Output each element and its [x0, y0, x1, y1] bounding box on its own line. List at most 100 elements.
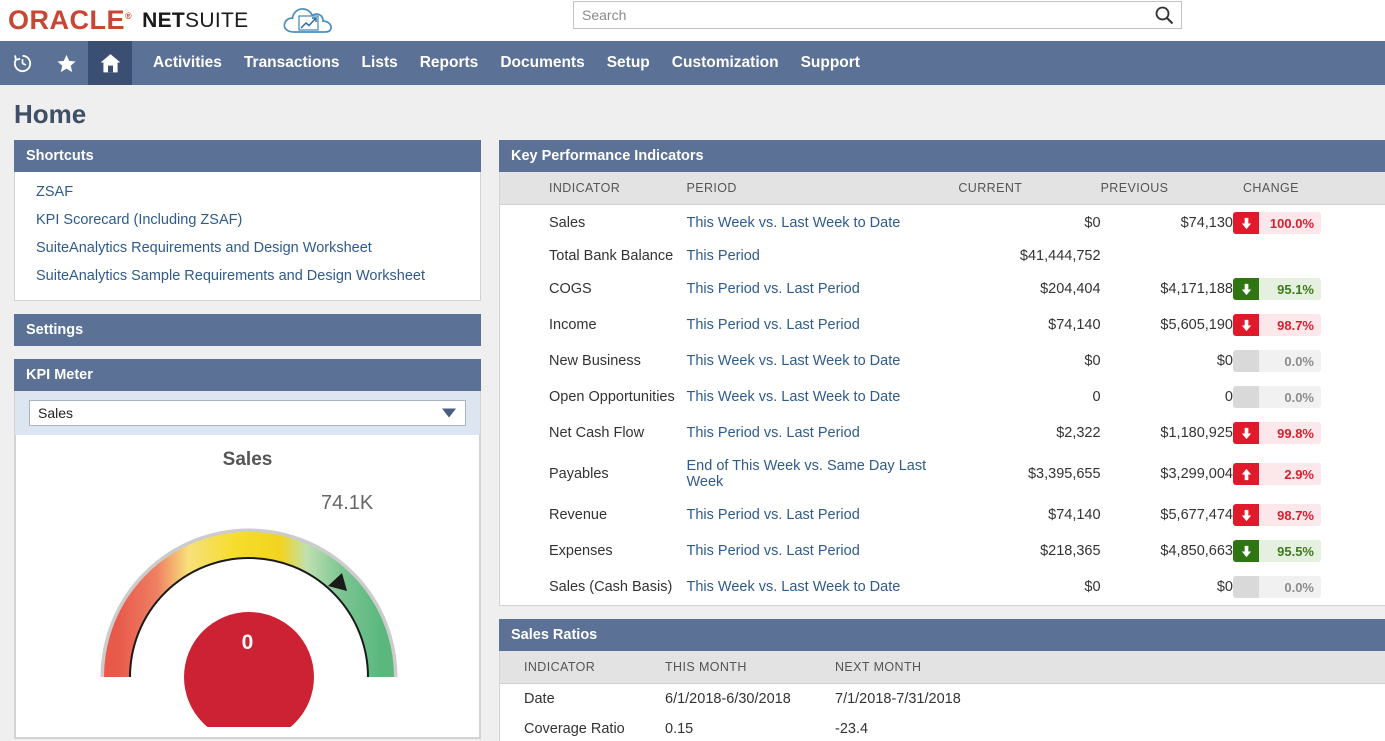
ratios-cell-next-month[interactable]: -23.4: [835, 714, 1385, 741]
kpi-period-link[interactable]: This Week vs. Last Week to Date: [686, 389, 900, 405]
kpi-period-link[interactable]: This Period vs. Last Period: [686, 507, 859, 523]
kpi-cell-indicator: COGS: [500, 271, 686, 307]
kpi-cell-indicator: Expenses: [500, 533, 686, 569]
shortcut-item-kpi-scorecard[interactable]: KPI Scorecard (Including ZSAF): [15, 206, 480, 234]
nav-item-activities[interactable]: Activities: [142, 41, 233, 85]
kpi-period-link[interactable]: This Week vs. Last Week to Date: [686, 579, 900, 595]
kpi-meter-select[interactable]: Sales: [29, 400, 466, 426]
nav-item-support[interactable]: Support: [790, 41, 871, 85]
kpi-cell-period: This Week vs. Last Week to Date: [686, 379, 958, 415]
shortcuts-list: ZSAF KPI Scorecard (Including ZSAF) Suit…: [15, 172, 480, 300]
arrow-up-icon: [1233, 463, 1259, 485]
kpi-cell-current: $2,322: [958, 415, 1100, 451]
shortcut-item-requirements-worksheet[interactable]: SuiteAnalytics Requirements and Design W…: [15, 234, 480, 262]
sales-ratios-title: Sales Ratios: [499, 619, 1385, 651]
shortcut-item-zsaf[interactable]: ZSAF: [15, 178, 480, 206]
kpi-cell-previous: [1101, 241, 1233, 271]
ratios-cell-this-month[interactable]: 0.15: [665, 714, 835, 741]
kpi-change-value: 98.7%: [1259, 318, 1321, 333]
kpi-table-row: IncomeThis Period vs. Last Period$74,140…: [500, 307, 1385, 343]
kpi-cell-indicator: Sales (Cash Basis): [500, 569, 686, 605]
kpi-cell-change: 95.1%: [1233, 271, 1385, 307]
shortcut-item-sample-requirements-worksheet[interactable]: SuiteAnalytics Sample Requirements and D…: [15, 262, 480, 290]
kpi-cell-current: $218,365: [958, 533, 1100, 569]
cloud-analytics-icon: [280, 4, 336, 38]
kpi-cell-indicator: Net Cash Flow: [500, 415, 686, 451]
right-column: Key Performance Indicators INDICATOR PER…: [499, 140, 1385, 741]
history-clock-icon[interactable]: [0, 41, 44, 85]
kpi-table-row: PayablesEnd of This Week vs. Same Day La…: [500, 451, 1385, 497]
kpi-cell-period: This Period vs. Last Period: [686, 533, 958, 569]
global-search[interactable]: [573, 1, 1182, 29]
kpi-cell-previous: 0: [1101, 379, 1233, 415]
nav-item-reports[interactable]: Reports: [409, 41, 490, 85]
kpi-change-value: 95.5%: [1259, 544, 1321, 559]
kpi-gauge-chart: Sales 74.1K: [15, 435, 480, 738]
kpi-cell-change: 98.7%: [1233, 497, 1385, 533]
settings-title: Settings: [14, 314, 481, 346]
kpi-cell-period: This Week vs. Last Week to Date: [686, 343, 958, 379]
kpi-cell-previous: $0: [1101, 569, 1233, 605]
kpi-col-current: CURRENT: [958, 172, 1100, 205]
arrow-down-icon: [1233, 540, 1259, 562]
kpi-col-indicator: INDICATOR: [500, 172, 686, 205]
kpi-change-badge: 98.7%: [1233, 504, 1321, 526]
kpi-cell-current: $204,404: [958, 271, 1100, 307]
nav-item-documents[interactable]: Documents: [489, 41, 595, 85]
kpi-cell-indicator: Income: [500, 307, 686, 343]
kpi-change-value: 0.0%: [1259, 354, 1321, 369]
ratios-table-body: Date6/1/2018-6/30/20187/1/2018-7/31/2018…: [500, 684, 1385, 741]
arrow-down-icon: [1233, 422, 1259, 444]
kpi-table-row: COGSThis Period vs. Last Period$204,404$…: [500, 271, 1385, 307]
kpi-period-link[interactable]: This Period vs. Last Period: [686, 543, 859, 559]
kpi-table-header-row: INDICATOR PERIOD CURRENT PREVIOUS CHANGE: [500, 172, 1385, 205]
page-title: Home: [0, 85, 1385, 140]
ratios-table-row: Coverage Ratio0.15-23.4: [500, 714, 1385, 741]
kpi-cell-period: This Period vs. Last Period: [686, 415, 958, 451]
kpi-period-link[interactable]: This Period vs. Last Period: [686, 281, 859, 297]
nav-item-transactions[interactable]: Transactions: [233, 41, 351, 85]
shortcuts-title: Shortcuts: [14, 140, 481, 172]
search-icon[interactable]: [1147, 2, 1181, 28]
kpi-cell-current: $41,444,752: [958, 241, 1100, 271]
kpi-cell-previous: $4,850,663: [1101, 533, 1233, 569]
kpi-cell-change: 2.9%: [1233, 451, 1385, 497]
kpi-cell-indicator: Sales: [500, 205, 686, 242]
nav-item-lists[interactable]: Lists: [351, 41, 409, 85]
kpi-change-value: 95.1%: [1259, 282, 1321, 297]
sales-ratios-portlet: Sales Ratios INDICATOR THIS MONTH NEXT M…: [499, 619, 1385, 741]
home-icon[interactable]: [88, 41, 132, 85]
settings-portlet[interactable]: Settings: [14, 314, 481, 346]
shortcuts-portlet: Shortcuts ZSAF KPI Scorecard (Including …: [14, 140, 481, 301]
search-input[interactable]: [574, 7, 1147, 23]
arrow-down-icon: [1233, 504, 1259, 526]
kpi-cell-previous: $5,605,190: [1101, 307, 1233, 343]
kpi-period-link[interactable]: This Period vs. Last Period: [686, 425, 859, 441]
kpi-cell-change: 98.7%: [1233, 307, 1385, 343]
kpi-period-link[interactable]: This Period: [686, 248, 759, 264]
nav-item-setup[interactable]: Setup: [596, 41, 661, 85]
kpi-change-value: 99.8%: [1259, 426, 1321, 441]
kpi-period-link[interactable]: This Period vs. Last Period: [686, 317, 859, 333]
kpi-change-badge: 95.5%: [1233, 540, 1321, 562]
kpi-table-row: New BusinessThis Week vs. Last Week to D…: [500, 343, 1385, 379]
kpi-cell-change: 0.0%: [1233, 379, 1385, 415]
kpi-table-row: Sales (Cash Basis)This Week vs. Last Wee…: [500, 569, 1385, 605]
kpi-cell-indicator: Revenue: [500, 497, 686, 533]
ratios-col-this-month: THIS MONTH: [665, 651, 835, 684]
kpi-cell-change: 100.0%: [1233, 205, 1385, 242]
kpi-period-link[interactable]: This Week vs. Last Week to Date: [686, 353, 900, 369]
kpi-change-value: 0.0%: [1259, 390, 1321, 405]
kpi-period-link[interactable]: This Week vs. Last Week to Date: [686, 215, 900, 231]
nav-item-customization[interactable]: Customization: [661, 41, 790, 85]
left-column: Shortcuts ZSAF KPI Scorecard (Including …: [14, 140, 481, 741]
ratios-cell-indicator: Date: [500, 684, 665, 715]
nav-links: Activities Transactions Lists Reports Do…: [142, 41, 871, 85]
kpi-cell-indicator: Total Bank Balance: [500, 241, 686, 271]
kpi-period-link[interactable]: End of This Week vs. Same Day Last Week: [686, 458, 926, 490]
star-favorites-icon[interactable]: [44, 41, 88, 85]
kpi-cell-period: This Period vs. Last Period: [686, 307, 958, 343]
kpi-table-row: RevenueThis Period vs. Last Period$74,14…: [500, 497, 1385, 533]
kpi-cell-previous: $1,180,925: [1101, 415, 1233, 451]
kpi-change-badge: 95.1%: [1233, 278, 1321, 300]
